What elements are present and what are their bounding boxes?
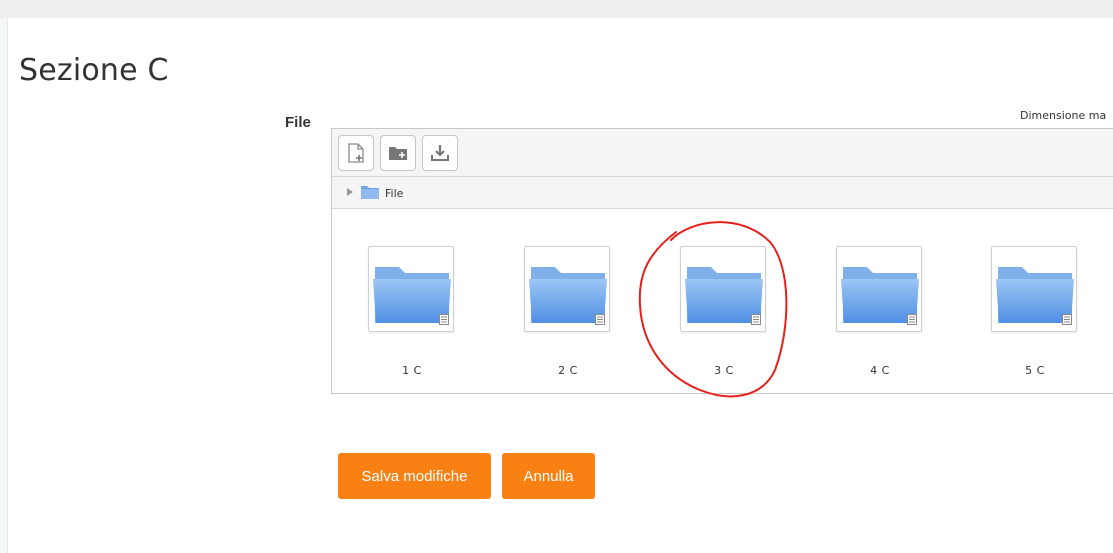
file-picker-toolbar: [332, 129, 1113, 177]
create-folder-icon: [389, 147, 407, 160]
folder-thumbnail[interactable]: [680, 246, 766, 332]
folder-thumbnail[interactable]: [836, 246, 922, 332]
save-changes-button[interactable]: Salva modifiche: [338, 453, 491, 499]
folder-item[interactable]: 3 C: [680, 246, 768, 377]
folder-item[interactable]: 2 C: [524, 246, 612, 377]
file-menu-icon[interactable]: [439, 314, 449, 325]
download-icon: [431, 145, 449, 161]
file-menu-icon[interactable]: [751, 314, 761, 325]
page-title: Sezione C: [19, 53, 169, 88]
folder-name[interactable]: 5 C: [991, 364, 1079, 377]
max-size-text: Dimensione ma: [1020, 109, 1107, 122]
folder-item[interactable]: 5 C: [991, 246, 1079, 377]
file-menu-icon[interactable]: [1062, 314, 1072, 325]
folder-item[interactable]: 1 C: [368, 246, 456, 377]
folder-name[interactable]: 1 C: [368, 364, 456, 377]
add-file-button[interactable]: [338, 135, 374, 171]
add-file-icon: [348, 143, 364, 163]
file-menu-icon[interactable]: [907, 314, 917, 325]
path-bar: File: [332, 177, 1113, 209]
path-root-label[interactable]: File: [385, 187, 403, 200]
folder-thumbnail[interactable]: [991, 246, 1077, 332]
download-button[interactable]: [422, 135, 458, 171]
folder-thumbnail[interactable]: [368, 246, 454, 332]
file-picker: File 1 C 2 C 3 C 4 C 5 C: [331, 128, 1113, 394]
file-menu-icon[interactable]: [595, 314, 605, 325]
create-folder-button[interactable]: [380, 135, 416, 171]
folder-item[interactable]: 4 C: [836, 246, 924, 377]
folder-name[interactable]: 2 C: [524, 364, 612, 377]
left-edge: [0, 18, 8, 553]
folder-name[interactable]: 4 C: [836, 364, 924, 377]
folder-icon: [361, 186, 379, 199]
file-field-label: File: [285, 114, 311, 131]
cancel-button[interactable]: Annulla: [502, 453, 595, 499]
folder-thumbnail[interactable]: [524, 246, 610, 332]
top-strip: [0, 0, 1113, 18]
expand-arrow-icon[interactable]: [347, 188, 353, 196]
folder-name[interactable]: 3 C: [680, 364, 768, 377]
